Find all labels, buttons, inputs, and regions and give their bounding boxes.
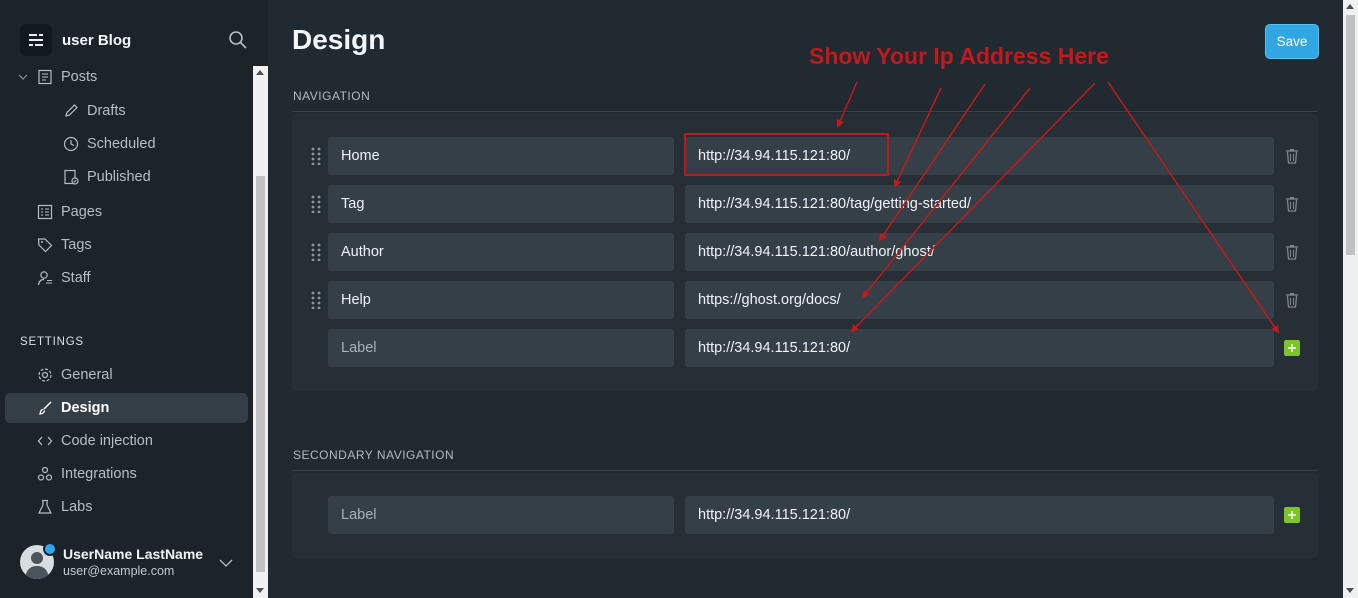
trash-icon[interactable] (1285, 148, 1299, 164)
trash-icon[interactable] (1285, 244, 1299, 260)
sidebar-item-staff[interactable]: Staff (5, 263, 248, 293)
nav-item-row (292, 137, 1318, 175)
scrollbar-thumb[interactable] (256, 176, 265, 572)
nav-item-row (292, 185, 1318, 223)
sidebar-item-label: Published (87, 169, 151, 185)
sidebar-item-design[interactable]: Design (5, 393, 248, 423)
scroll-up-icon[interactable] (256, 70, 264, 75)
page-title: Design (292, 24, 386, 55)
sidebar-item-pages[interactable]: Pages (5, 197, 248, 227)
clock-icon (61, 134, 81, 154)
navigation-panel (292, 114, 1318, 391)
sidebar-item-label: Labs (61, 499, 93, 515)
nav-url-input[interactable] (685, 185, 1274, 223)
gear-icon (35, 365, 55, 385)
main-content: Design Save NAVIGATION Home http://34.94… (268, 0, 1343, 598)
navigation-heading: NAVIGATION (293, 89, 371, 103)
sidebar-item-code-injection[interactable]: Code injection (5, 426, 248, 456)
sidebar-item-label: Design (61, 400, 110, 416)
tag-icon (35, 235, 55, 255)
chevron-down-icon[interactable] (219, 555, 233, 573)
sidebar-item-labs[interactable]: Labs (5, 492, 248, 522)
trash-icon[interactable] (1285, 292, 1299, 308)
staff-icon (35, 268, 55, 288)
user-name: UserName LastName (63, 546, 204, 562)
drag-handle-icon[interactable] (310, 147, 322, 166)
divider (292, 470, 1318, 471)
nav-label-input[interactable] (328, 233, 674, 271)
brand-name: user Blog (62, 31, 132, 49)
pencil-icon (61, 101, 81, 121)
sidebar-item-posts[interactable]: Posts (5, 66, 248, 92)
scroll-up-icon[interactable] (1346, 4, 1354, 9)
drag-handle-icon[interactable] (310, 243, 322, 262)
brush-icon (35, 398, 55, 418)
brand[interactable]: user Blog (20, 24, 131, 56)
sidebar-item-label: Posts (61, 69, 98, 85)
ghost-logo-icon (20, 24, 52, 56)
save-button[interactable]: Save (1265, 24, 1319, 59)
nav-new-url-input[interactable] (685, 329, 1274, 367)
nav-url-input[interactable] (685, 137, 1274, 175)
sidebar-scrollbar[interactable] (253, 66, 268, 598)
posts-icon (35, 67, 55, 87)
secondary-new-item-row (292, 496, 1318, 534)
drag-handle-icon[interactable] (310, 291, 322, 310)
sidebar-item-label: Integrations (61, 466, 137, 482)
pages-icon (35, 202, 55, 222)
scrollbar-thumb[interactable] (1346, 15, 1355, 255)
search-icon[interactable] (228, 30, 248, 50)
flask-icon (35, 497, 55, 517)
sidebar-nav: Posts Drafts Scheduled Published Pages T… (0, 66, 253, 598)
nav-url-input[interactable] (685, 233, 1274, 271)
sidebar-item-label: Code injection (61, 433, 153, 449)
nav-new-label-input[interactable] (328, 329, 674, 367)
status-badge (43, 542, 57, 556)
sidebar-item-label: General (61, 367, 113, 383)
sidebar-item-published[interactable]: Published (5, 162, 248, 192)
drag-handle-icon[interactable] (310, 195, 322, 214)
chevron-down-icon[interactable] (18, 69, 30, 85)
add-icon[interactable] (1284, 507, 1300, 523)
sidebar-item-scheduled[interactable]: Scheduled (5, 129, 248, 159)
divider (292, 111, 1318, 112)
add-icon[interactable] (1284, 340, 1300, 356)
integrations-icon (35, 464, 55, 484)
sidebar-item-label: Staff (61, 270, 91, 286)
settings-heading: SETTINGS (20, 336, 84, 348)
secondary-new-url-input[interactable] (685, 496, 1274, 534)
published-icon (61, 167, 81, 187)
user-email: user@example.com (63, 564, 175, 578)
secondary-navigation-heading: SECONDARY NAVIGATION (293, 448, 455, 462)
scroll-down-icon[interactable] (1346, 588, 1354, 593)
nav-new-item-row (292, 329, 1318, 367)
sidebar-item-general[interactable]: General (5, 360, 248, 390)
sidebar-item-label: Scheduled (87, 136, 156, 152)
nav-label-input[interactable] (328, 185, 674, 223)
code-icon (35, 431, 55, 451)
nav-item-row (292, 281, 1318, 319)
nav-url-input[interactable] (685, 281, 1274, 319)
sidebar: user Blog Posts Drafts Scheduled Publish… (0, 0, 268, 598)
scroll-down-icon[interactable] (256, 588, 264, 593)
sidebar-item-tags[interactable]: Tags (5, 230, 248, 260)
nav-label-input[interactable] (328, 137, 674, 175)
page-scrollbar[interactable] (1343, 0, 1358, 598)
sidebar-item-label: Tags (61, 237, 92, 253)
sidebar-item-integrations[interactable]: Integrations (5, 459, 248, 489)
sidebar-item-label: Pages (61, 204, 103, 220)
secondary-new-label-input[interactable] (328, 496, 674, 534)
sidebar-item-label: Drafts (87, 103, 126, 119)
sidebar-item-drafts[interactable]: Drafts (5, 96, 248, 126)
annotation-text: Show Your Ip Address Here (809, 43, 1109, 69)
trash-icon[interactable] (1285, 196, 1299, 212)
nav-item-row (292, 233, 1318, 271)
secondary-navigation-panel (292, 473, 1318, 558)
nav-label-input[interactable] (328, 281, 674, 319)
